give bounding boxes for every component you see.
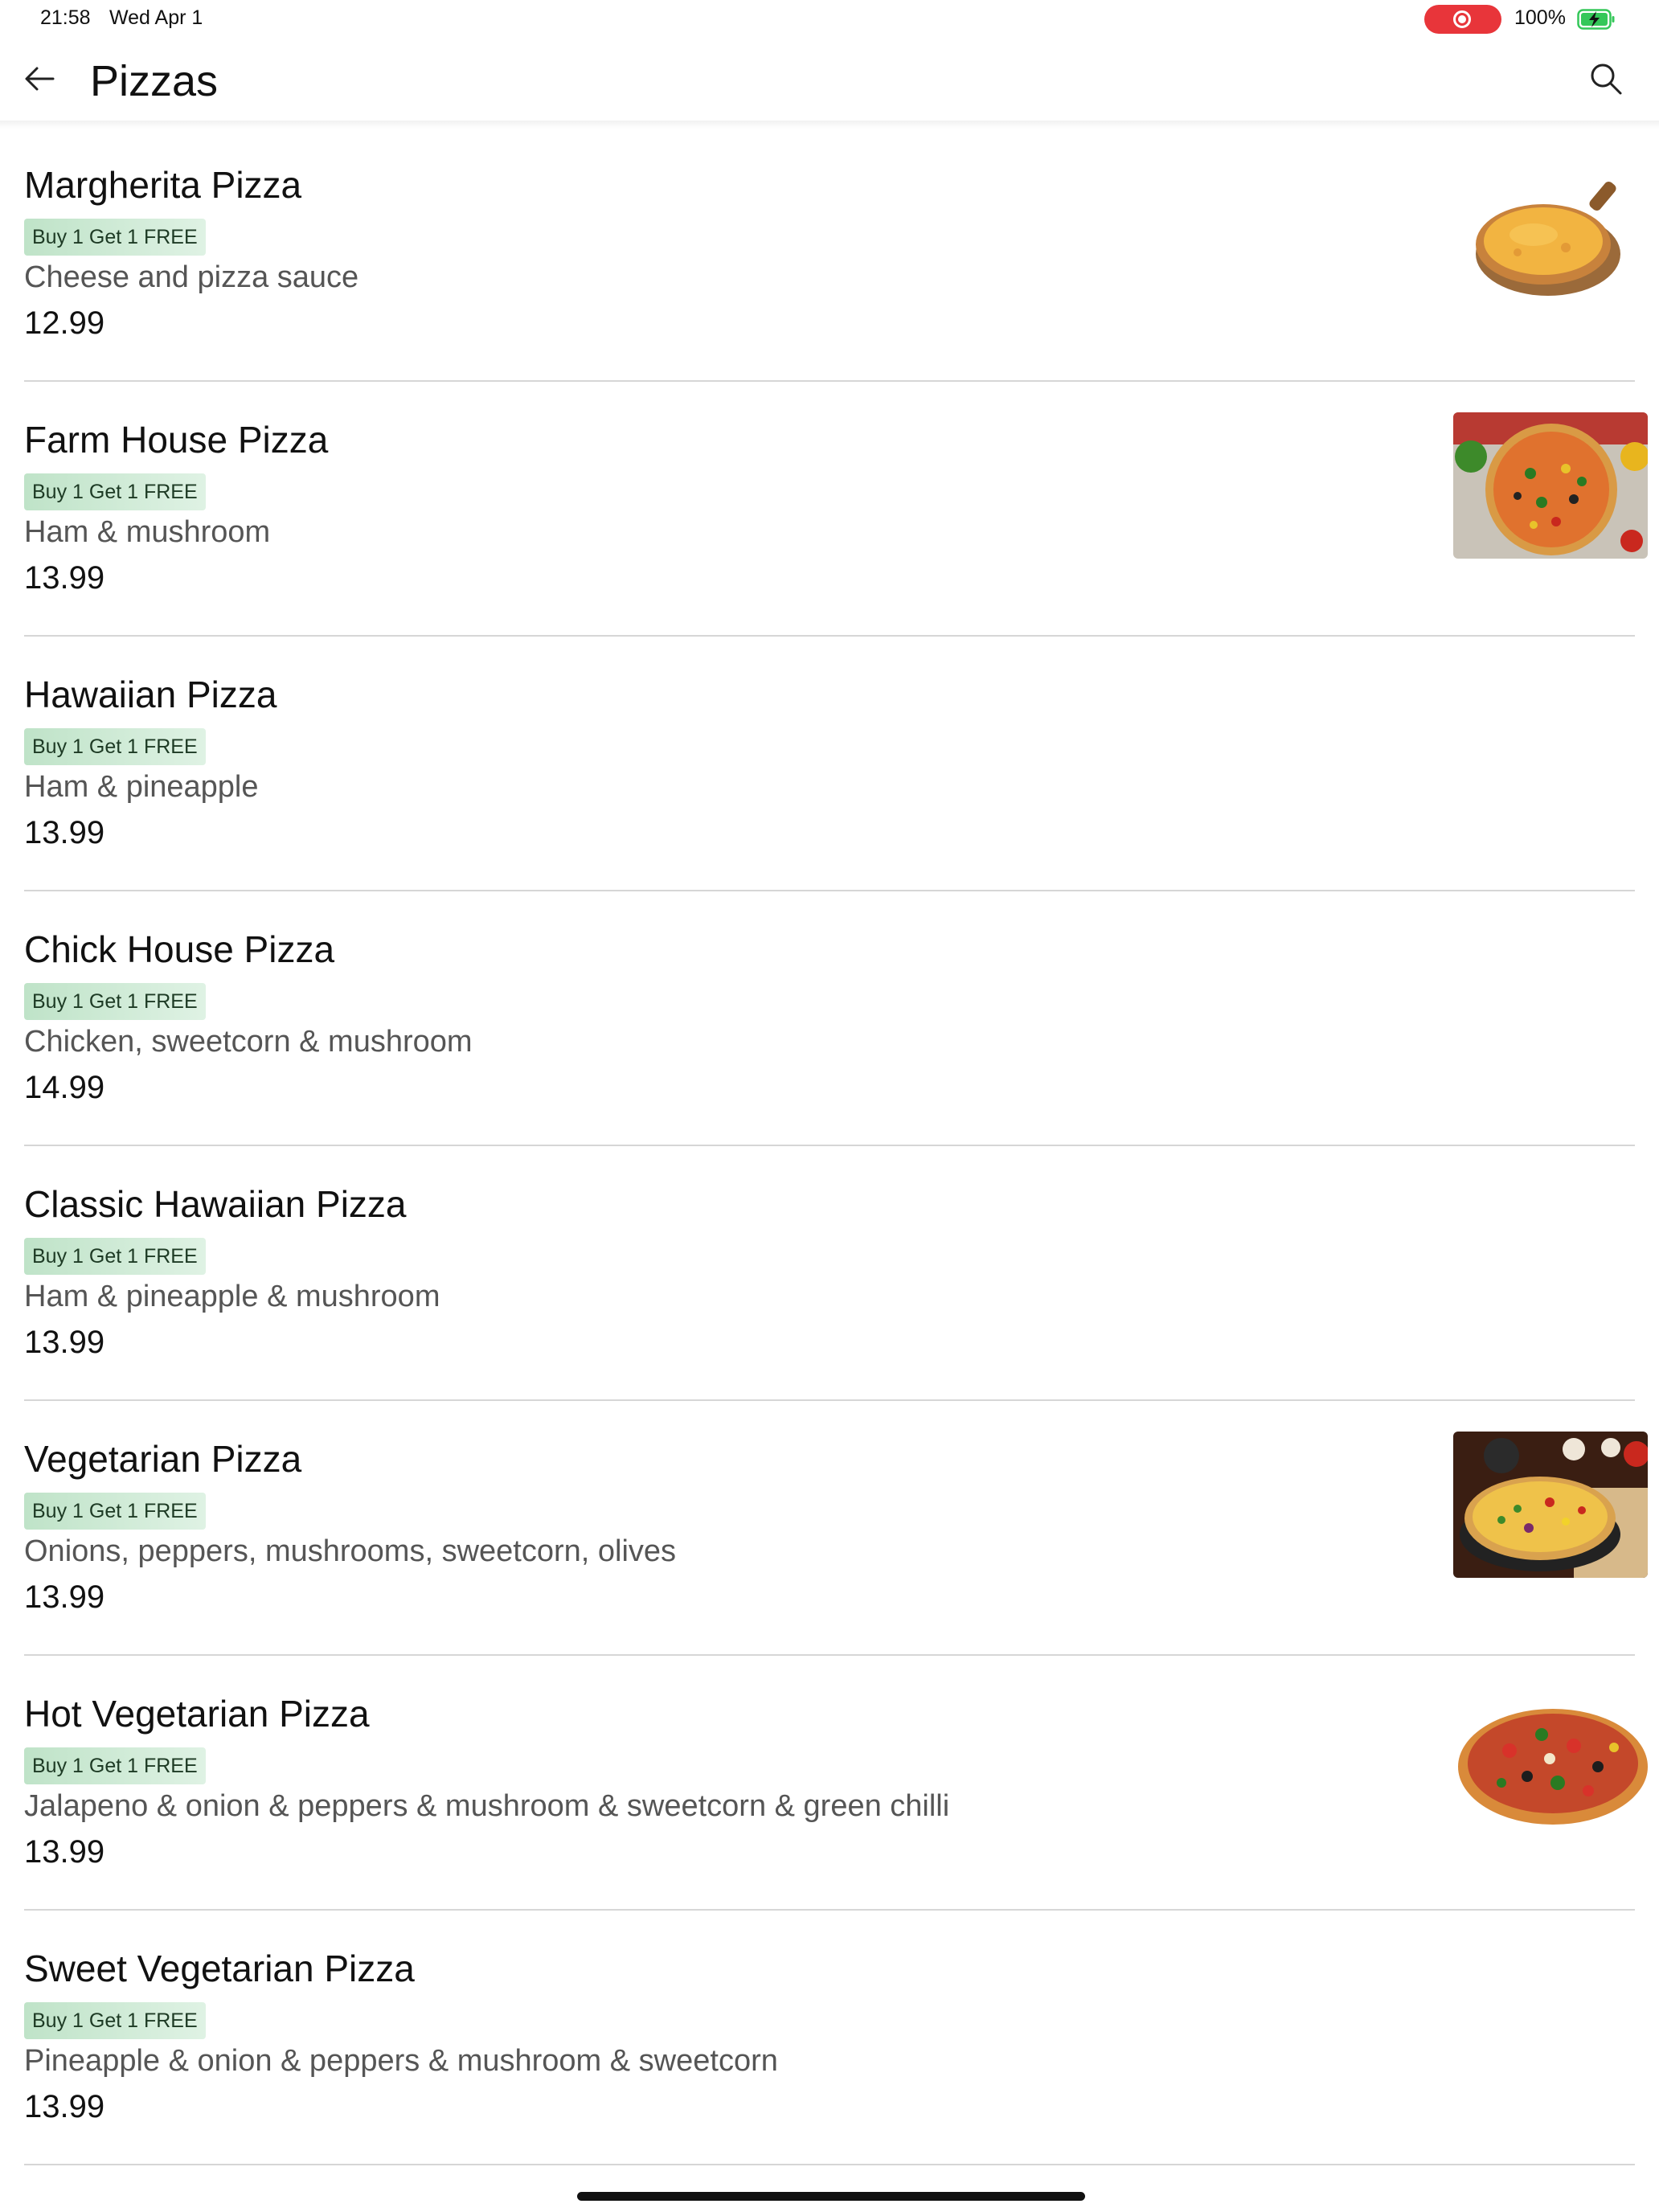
item-description: Pineapple & onion & peppers & mushroom &… xyxy=(24,2044,778,2078)
screen-recording-icon[interactable] xyxy=(1424,5,1501,34)
item-name: Hawaiian Pizza xyxy=(24,674,277,715)
status-time: 21:58 xyxy=(40,6,91,29)
arrow-left-icon[interactable] xyxy=(18,56,63,101)
item-description: Ham & mushroom xyxy=(24,515,271,549)
offer-badge: Buy 1 Get 1 FREE xyxy=(24,473,206,510)
battery-percentage: 100% xyxy=(1514,6,1566,29)
app-root: 21:58 Wed Apr 1 100% Pizzas Margherita P… xyxy=(0,0,1659,2212)
menu-item[interactable]: Hot Vegetarian Pizza Buy 1 Get 1 FREE Ja… xyxy=(24,1656,1648,1911)
item-price: 13.99 xyxy=(24,2089,105,2124)
item-price: 13.99 xyxy=(24,1834,105,1870)
item-description: Onions, peppers, mushrooms, sweetcorn, o… xyxy=(24,1534,677,1568)
item-price: 12.99 xyxy=(24,305,105,341)
menu-item[interactable]: Sweet Vegetarian Pizza Buy 1 Get 1 FREE … xyxy=(24,1911,1635,2165)
item-price: 14.99 xyxy=(24,1070,105,1105)
pizza-image xyxy=(1453,1432,1648,1578)
menu-item[interactable]: Classic Hawaiian Pizza Buy 1 Get 1 FREE … xyxy=(24,1146,1635,1401)
menu-item[interactable]: Chick House Pizza Buy 1 Get 1 FREE Chick… xyxy=(24,891,1635,1146)
offer-badge: Buy 1 Get 1 FREE xyxy=(24,728,206,765)
home-indicator[interactable] xyxy=(577,2192,1085,2201)
battery-charging-icon xyxy=(1577,9,1615,30)
offer-badge: Buy 1 Get 1 FREE xyxy=(24,983,206,1020)
item-price: 13.99 xyxy=(24,1579,105,1615)
menu-item[interactable]: Hawaiian Pizza Buy 1 Get 1 FREE Ham & pi… xyxy=(24,637,1635,891)
status-bar: 21:58 Wed Apr 1 100% xyxy=(0,0,1659,39)
search-icon[interactable] xyxy=(1585,58,1627,100)
item-description: Chicken, sweetcorn & mushroom xyxy=(24,1025,473,1059)
item-description: Cheese and pizza sauce xyxy=(24,260,359,294)
item-description: Jalapeno & onion & peppers & mushroom & … xyxy=(24,1789,950,1823)
offer-badge: Buy 1 Get 1 FREE xyxy=(24,2002,206,2039)
status-date: Wed Apr 1 xyxy=(109,6,203,29)
pizza-image xyxy=(1453,158,1648,304)
item-description: Ham & pineapple xyxy=(24,770,259,804)
item-price: 13.99 xyxy=(24,1325,105,1360)
item-name: Classic Hawaiian Pizza xyxy=(24,1183,407,1225)
offer-badge: Buy 1 Get 1 FREE xyxy=(24,1747,206,1784)
menu-item[interactable]: Vegetarian Pizza Buy 1 Get 1 FREE Onions… xyxy=(24,1401,1648,1656)
offer-badge: Buy 1 Get 1 FREE xyxy=(24,1493,206,1530)
item-name: Hot Vegetarian Pizza xyxy=(24,1693,370,1735)
menu-item[interactable]: Margherita Pizza Buy 1 Get 1 FREE Cheese… xyxy=(24,127,1648,382)
item-name: Vegetarian Pizza xyxy=(24,1438,302,1480)
item-name: Farm House Pizza xyxy=(24,419,329,461)
item-name: Sweet Vegetarian Pizza xyxy=(24,1948,415,1989)
app-header: Pizzas xyxy=(0,39,1659,127)
offer-badge: Buy 1 Get 1 FREE xyxy=(24,219,206,256)
item-description: Ham & pineapple & mushroom xyxy=(24,1280,440,1313)
menu-list: Margherita Pizza Buy 1 Get 1 FREE Cheese… xyxy=(0,127,1659,2165)
offer-badge: Buy 1 Get 1 FREE xyxy=(24,1238,206,1275)
item-name: Chick House Pizza xyxy=(24,928,335,970)
menu-item[interactable]: Farm House Pizza Buy 1 Get 1 FREE Ham & … xyxy=(24,382,1648,637)
pizza-image xyxy=(1453,412,1648,559)
item-price: 13.99 xyxy=(24,560,105,596)
item-price: 13.99 xyxy=(24,815,105,850)
page-title: Pizzas xyxy=(90,57,219,105)
item-name: Margherita Pizza xyxy=(24,164,302,206)
pizza-image xyxy=(1453,1686,1648,1833)
